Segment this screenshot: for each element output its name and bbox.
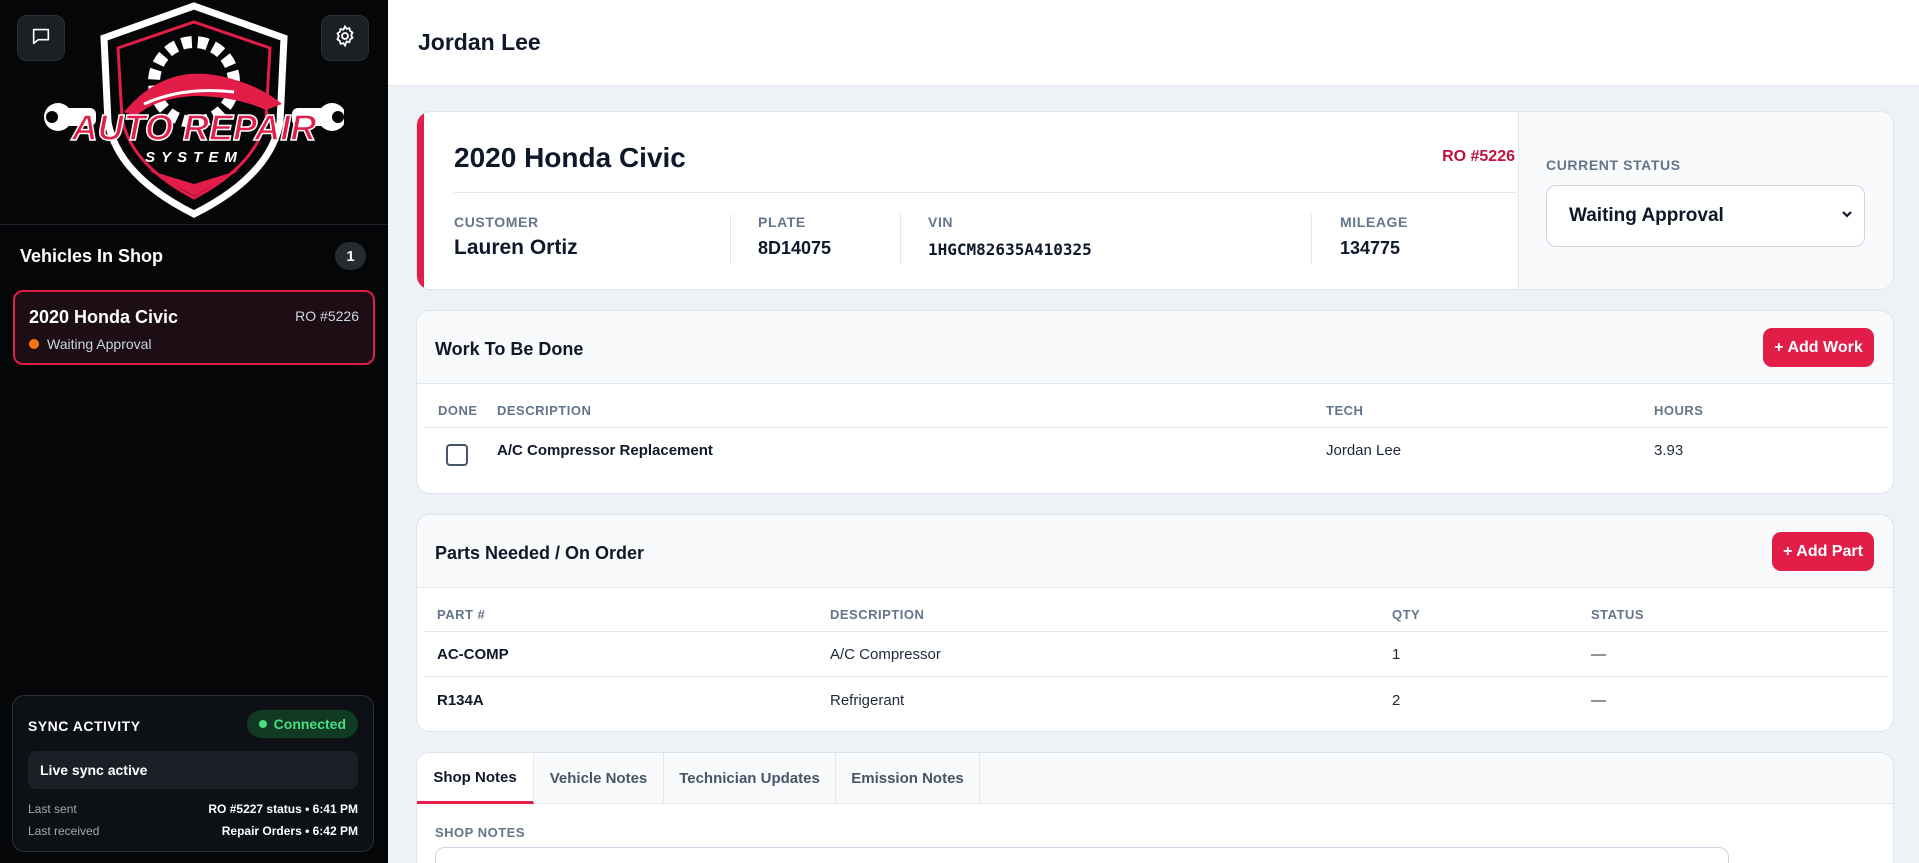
vehicle-title: 2020 Honda Civic (454, 142, 686, 173)
work-section-title: Work To Be Done (435, 339, 584, 359)
customer-value: Lauren Ortiz (454, 236, 578, 259)
chevron-down-icon (1840, 207, 1854, 226)
repair-order-number: RO #5226 (1442, 148, 1515, 165)
logo-subtext: SYSTEM (145, 149, 243, 166)
mileage-label: MILEAGE (1340, 214, 1408, 230)
settings-button[interactable] (321, 15, 369, 61)
vehicle-details-card: 2020 Honda Civic RO #5226 CUSTOMER Laure… (416, 111, 1894, 290)
customer-label: CUSTOMER (454, 214, 539, 230)
vehicles-count-badge: 1 (335, 242, 366, 270)
tab-vehicle-notes[interactable]: Vehicle Notes (534, 753, 664, 804)
table-header-divider (425, 631, 1887, 632)
last-sent-value: RO #5227 status • 6:41 PM (208, 802, 358, 816)
status-select[interactable]: Waiting Approval (1546, 185, 1865, 247)
vin-label: VIN (928, 214, 954, 230)
work-description: A/C Compressor Replacement (497, 442, 713, 459)
table-header-divider (425, 427, 1887, 428)
shop-notes-label: SHOP NOTES (435, 825, 526, 840)
part-number: R134A (437, 692, 484, 709)
column-header-description: DESCRIPTION (830, 607, 925, 622)
last-received-value: Repair Orders • 6:42 PM (221, 824, 358, 838)
last-sent-row: Last sent RO #5227 status • 6:41 PM (28, 802, 358, 816)
vehicle-list-item-title: 2020 Honda Civic (29, 307, 179, 327)
notes-card: Shop Notes Vehicle Notes Technician Upda… (416, 752, 1894, 863)
part-description: Refrigerant (830, 692, 905, 709)
sync-activity-title: SYNC ACTIVITY (28, 718, 141, 734)
plate-label: PLATE (758, 214, 806, 230)
sync-activity-panel: SYNC ACTIVITY Connected Live sync active… (12, 695, 374, 852)
work-done-checkbox[interactable] (446, 444, 468, 466)
auto-repair-logo: AUTO REPAIR SYSTEM (44, 2, 344, 218)
work-section-header: Work To Be Done + Add Work (417, 311, 1893, 384)
sidebar-divider (0, 224, 388, 225)
vin-value: 1HGCM82635A410325 (928, 240, 1092, 259)
work-tech: Jordan Lee (1326, 442, 1402, 459)
vehicle-list-item-status-text: Waiting Approval (47, 336, 152, 352)
last-received-label: Last received (28, 824, 100, 838)
vehicle-divider (454, 192, 1517, 193)
last-sent-label: Last sent (28, 802, 77, 816)
parts-section-header: Parts Needed / On Order + Add Part (417, 515, 1893, 588)
part-qty: 2 (1392, 692, 1401, 709)
work-to-be-done-card: Work To Be Done + Add Work DONE DESCRIPT… (416, 310, 1894, 494)
add-part-button[interactable]: + Add Part (1772, 532, 1874, 571)
status-select-value: Waiting Approval (1569, 205, 1724, 226)
tab-emission-notes[interactable]: Emission Notes (836, 753, 980, 804)
tab-shop-notes[interactable]: Shop Notes (417, 753, 534, 804)
column-header-tech: TECH (1326, 403, 1364, 418)
column-header-status: STATUS (1591, 607, 1645, 622)
connection-status-badge: Connected (246, 710, 358, 738)
notes-tabs: Shop Notes Vehicle Notes Technician Upda… (417, 753, 1893, 804)
card-accent-bar (417, 112, 424, 289)
field-separator (730, 214, 731, 264)
part-qty: 1 (1392, 646, 1401, 663)
part-number: AC-COMP (437, 646, 509, 663)
vehicles-in-shop-title: Vehicles In Shop (20, 246, 164, 266)
page-title: Jordan Lee (418, 29, 541, 55)
gear-icon (333, 24, 357, 53)
vehicle-list-item-ro: RO #5226 (295, 308, 359, 324)
logo-text: AUTO REPAIR (71, 107, 317, 148)
top-bar: Jordan Lee (388, 0, 1919, 86)
part-status: — (1591, 646, 1606, 663)
column-header-description: DESCRIPTION (497, 403, 592, 418)
mileage-value: 134775 (1340, 238, 1401, 258)
column-header-part-number: PART # (437, 607, 486, 622)
work-hours: 3.93 (1654, 442, 1684, 459)
vehicle-list-item[interactable]: 2020 Honda Civic RO #5226 Waiting Approv… (13, 290, 375, 365)
part-description: A/C Compressor (830, 646, 941, 663)
sidebar: AUTO REPAIR SYSTEM Vehicles In Shop 1 20… (0, 0, 388, 863)
plate-value: 8D14075 (758, 238, 832, 258)
add-work-button[interactable]: + Add Work (1763, 328, 1874, 367)
field-separator (900, 214, 901, 264)
parts-needed-card: Parts Needed / On Order + Add Part PART … (416, 514, 1894, 732)
current-status-label: CURRENT STATUS (1546, 157, 1681, 173)
column-header-done: DONE (438, 403, 478, 418)
field-separator (1311, 214, 1312, 264)
vehicle-list-item-status: Waiting Approval (29, 336, 152, 352)
parts-section-title: Parts Needed / On Order (435, 543, 645, 563)
connection-status-text: Connected (273, 716, 346, 732)
column-header-qty: QTY (1392, 607, 1421, 622)
status-dot-icon (29, 339, 39, 349)
connected-dot-icon (258, 720, 267, 728)
live-sync-status: Live sync active (28, 751, 358, 789)
last-received-row: Last received Repair Orders • 6:42 PM (28, 824, 358, 838)
table-row-divider (425, 676, 1887, 677)
shop-notes-input[interactable] (435, 847, 1729, 863)
tab-technician-updates[interactable]: Technician Updates (664, 753, 836, 804)
part-status: — (1591, 692, 1606, 709)
column-header-hours: HOURS (1654, 403, 1704, 418)
current-status-panel: CURRENT STATUS Waiting Approval (1518, 112, 1893, 289)
